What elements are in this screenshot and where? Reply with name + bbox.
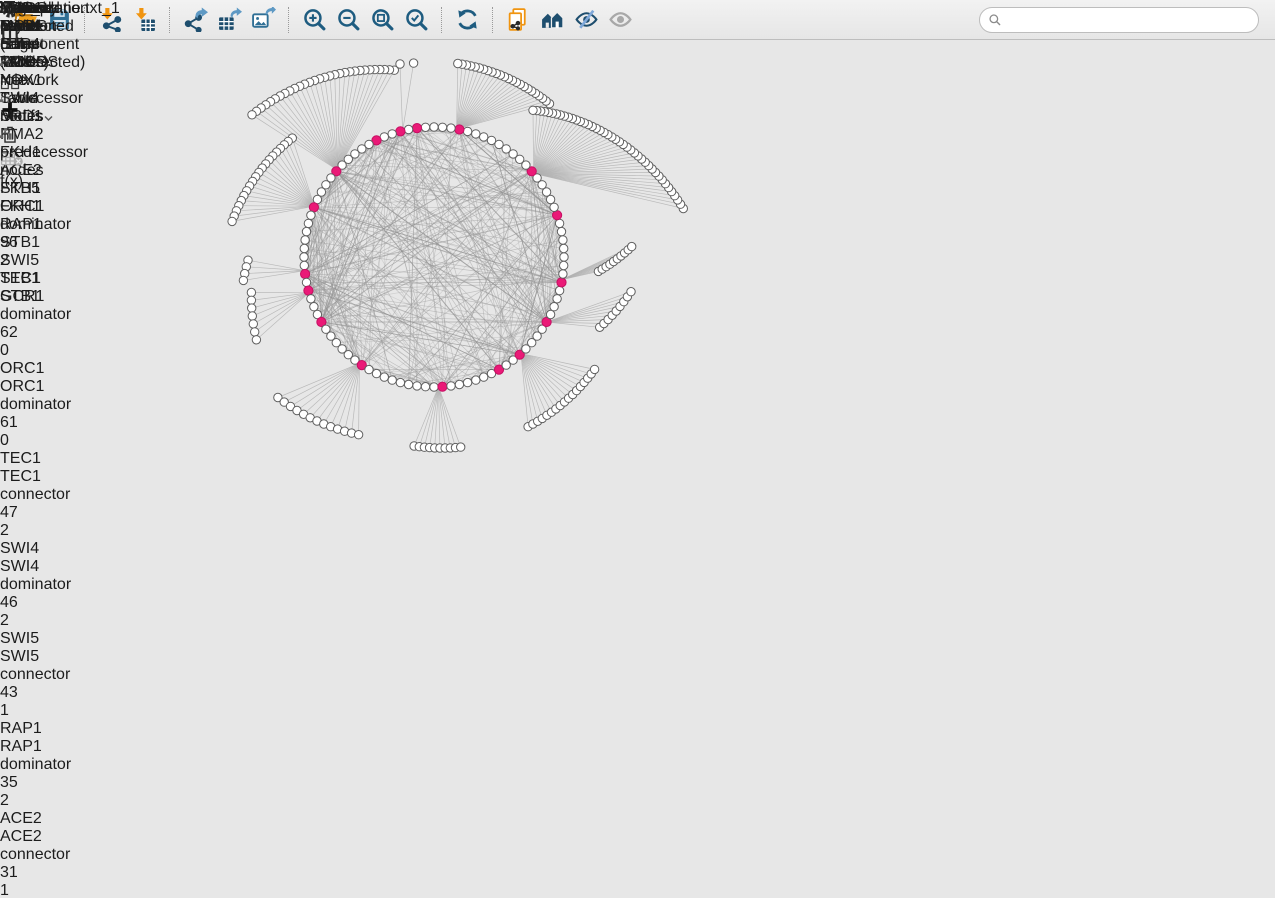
table-cell: 35 <box>0 774 88 792</box>
table-cell: 2 <box>0 612 88 630</box>
table-cell: dominator <box>0 756 88 774</box>
table-cell: ORC1 <box>0 360 88 378</box>
network-view-canvas[interactable] <box>0 0 869 500</box>
table-cell: 31 <box>0 864 88 882</box>
table-cell: 61 <box>0 414 88 432</box>
search-field[interactable] <box>1002 13 1258 27</box>
search-input[interactable] <box>979 7 1259 33</box>
table-cell: STB1 <box>0 270 88 288</box>
node-table[interactable]: shared namenameMCDS rolesuccessor nodesp… <box>0 0 88 898</box>
table-cell: RAP1 <box>0 738 88 756</box>
search-icon <box>988 13 1002 27</box>
table-cell: 2 <box>0 792 88 810</box>
memory-button[interactable]: Memory <box>0 0 58 18</box>
table-row[interactable]: SWI4SWI4dominator462 <box>0 540 88 630</box>
tab-edge-table[interactable]: Edge Table <box>0 36 59 72</box>
column-header-predecessor-nodes[interactable]: predecessor nodes <box>0 126 88 180</box>
table-cell: ORC1 <box>0 378 88 396</box>
table-cell: FKH1 <box>0 198 88 216</box>
table-cell: 62 <box>0 324 88 342</box>
table-row[interactable]: RAP1RAP1dominator352 <box>0 720 88 810</box>
table-cell: SWI5 <box>0 630 88 648</box>
table-cell: SWI4 <box>0 540 88 558</box>
table-cell: 1 <box>0 882 88 898</box>
table-row[interactable]: ORC1ORC1dominator610 <box>0 360 88 450</box>
table-row[interactable]: SWI5SWI5connector431 <box>0 630 88 720</box>
table-cell: SWI5 <box>0 648 88 666</box>
table-cell: SWI4 <box>0 558 88 576</box>
network-graph[interactable] <box>0 0 869 495</box>
table-cell: ACE2 <box>0 810 88 828</box>
table-cell: dominator <box>0 576 88 594</box>
table-cell: ACE2 <box>0 828 88 846</box>
table-cell: 46 <box>0 594 88 612</box>
table-cell: dominator <box>0 216 88 234</box>
table-row[interactable]: FKH1FKH1dominator962 <box>0 180 88 270</box>
table-row[interactable]: TEC1TEC1connector472 <box>0 450 88 540</box>
sitemap-icon <box>0 126 11 143</box>
table-cell: STB1 <box>0 288 88 306</box>
table-cell: 96 <box>0 234 88 252</box>
table-cell: TEC1 <box>0 468 88 486</box>
table-cell: 1 <box>0 702 88 720</box>
table-cell: connector <box>0 666 88 684</box>
table-row[interactable]: STB1STB1dominator620 <box>0 270 88 360</box>
tab-network-table[interactable]: Network Table <box>0 72 59 108</box>
tab-motifs[interactable]: Motifs <box>0 108 59 126</box>
table-cell: 47 <box>0 504 88 522</box>
memory-label: Memory <box>0 0 58 17</box>
table-cell: TEC1 <box>0 450 88 468</box>
table-cell: RAP1 <box>0 720 88 738</box>
table-cell: 43 <box>0 684 88 702</box>
table-panel-tabs: Node TableEdge TableNetwork TableMotifs <box>0 0 59 126</box>
table-cell: dominator <box>0 306 88 324</box>
table-cell: 2 <box>0 252 88 270</box>
table-cell: connector <box>0 486 88 504</box>
table-cell: 0 <box>0 342 88 360</box>
table-row[interactable]: ACE2ACE2connector311 <box>0 810 88 898</box>
table-cell: FKH1 <box>0 180 88 198</box>
table-cell: 2 <box>0 522 88 540</box>
table-cell: connector <box>0 846 88 864</box>
table-cell: 0 <box>0 432 88 450</box>
table-cell: dominator <box>0 396 88 414</box>
